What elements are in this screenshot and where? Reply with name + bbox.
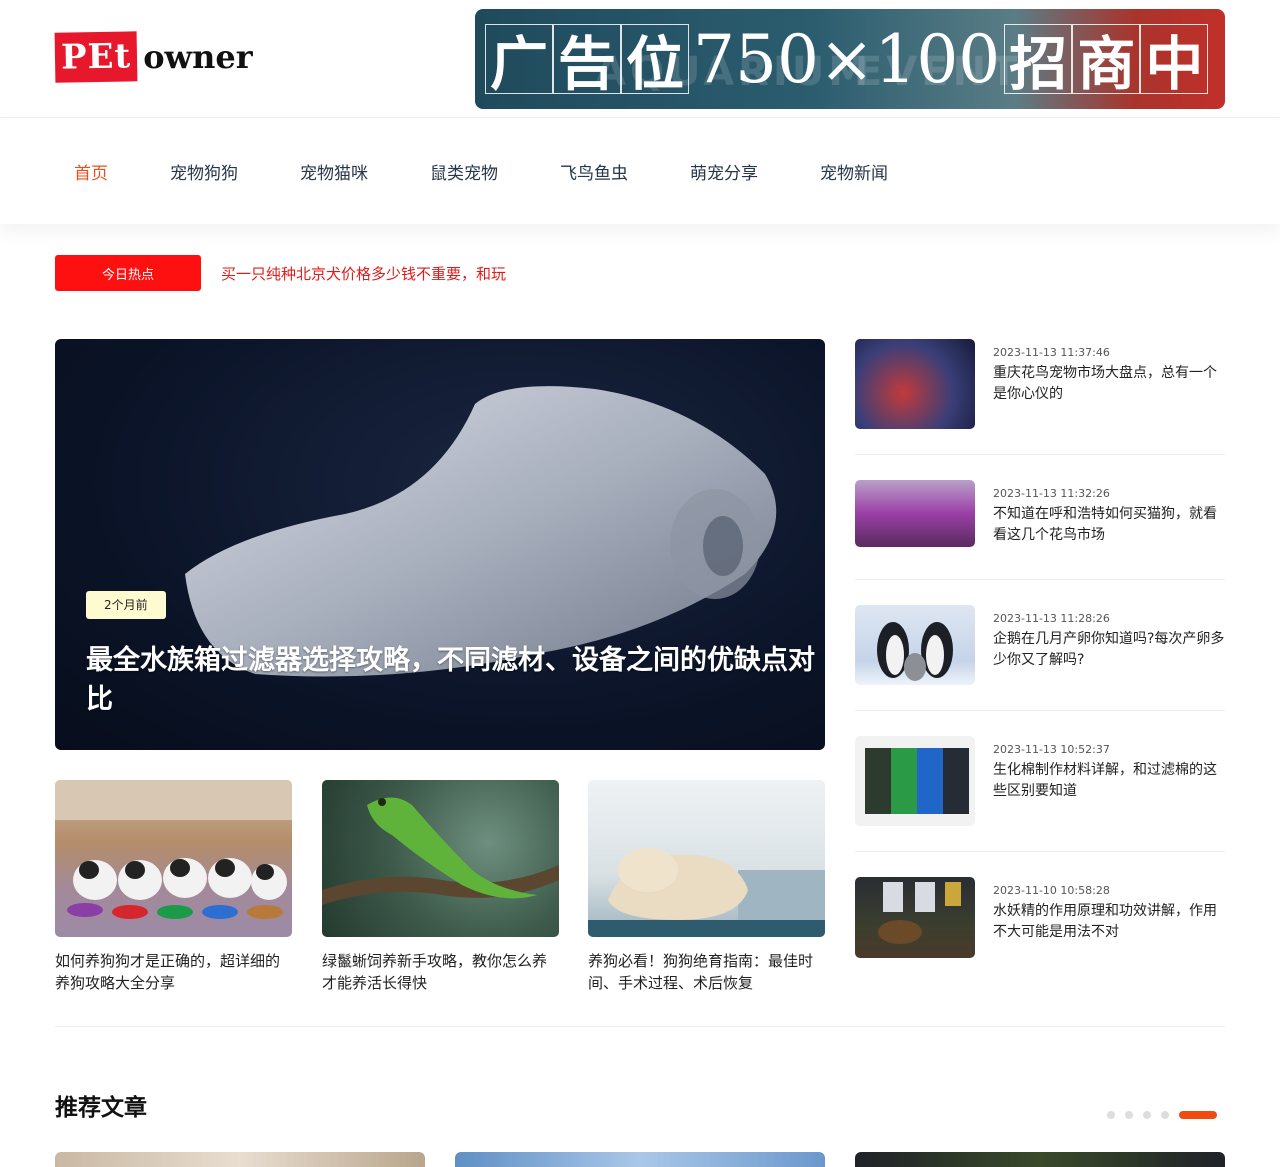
side-article-date: 2023-11-13 11:32:26 (993, 487, 1110, 500)
article-thumbnail[interactable] (55, 780, 292, 937)
ad-char: 中 (1140, 24, 1209, 98)
side-article-thumbnail[interactable] (855, 339, 975, 429)
side-article[interactable]: 2023-11-13 10:52:37 生化棉制作材料详解，和过滤棉的这些区别要… (855, 736, 1225, 852)
logo-pet-mark: PEt (54, 31, 138, 83)
carousel-dot[interactable] (1143, 1111, 1151, 1119)
carousel-dot[interactable] (1107, 1111, 1115, 1119)
hot-news-bar: 今日热点 买一只纯种北京犬价格多少钱不重要，和玩 (55, 255, 529, 291)
side-article-date: 2023-11-10 10:58:28 (993, 884, 1110, 897)
nav-item-cats[interactable]: 宠物猫咪 (300, 159, 388, 184)
article-card[interactable]: 绿鬣蜥饲养新手攻略，教你怎么养才能养活长得快 (322, 780, 559, 994)
site-header: PEt owner AQUARIUM EVENT 广 告 位 750×100 招… (0, 0, 1280, 118)
featured-time-badge: 2个月前 (86, 591, 166, 619)
side-article[interactable]: 2023-11-10 10:58:28 水妖精的作用原理和功效讲解，作用不大可能… (855, 877, 1225, 977)
nav-item-home[interactable]: 首页 (74, 159, 128, 184)
carousel-pagination (1107, 1111, 1217, 1119)
side-article-title[interactable]: 重庆花鸟宠物市场大盘点，总有一个是你心仪的 (993, 363, 1225, 405)
side-article-thumbnail[interactable] (855, 736, 975, 826)
ad-char: 商 (1072, 24, 1141, 98)
article-card[interactable]: 如何养狗狗才是正确的，超详细的养狗攻略大全分享 (55, 780, 292, 994)
ad-banner[interactable]: AQUARIUM EVENT 广 告 位 750×100 招 商 中 (475, 9, 1225, 109)
ad-char: 位 (621, 24, 690, 98)
ad-char: 招 (1004, 24, 1073, 98)
side-article-title[interactable]: 生化棉制作材料详解，和过滤棉的这些区别要知道 (993, 760, 1225, 802)
nav-item-dogs[interactable]: 宠物狗狗 (170, 159, 258, 184)
nav-item-share[interactable]: 萌宠分享 (690, 159, 778, 184)
side-article[interactable]: 2023-11-13 11:37:46 重庆花鸟宠物市场大盘点，总有一个是你心仪… (855, 339, 1225, 455)
carousel-dot-active[interactable] (1179, 1111, 1217, 1119)
article-title[interactable]: 养狗必看！狗狗绝育指南：最佳时间、手术过程、术后恢复 (588, 950, 825, 994)
featured-article[interactable]: 2个月前 最全水族箱过滤器选择攻略，不同滤材、设备之间的优缺点对比 (55, 339, 825, 750)
logo-owner-text: owner (143, 38, 253, 76)
side-article-thumbnail[interactable] (855, 480, 975, 547)
ad-char: 广 (485, 24, 554, 98)
recommended-heading: 推荐文章 (55, 1095, 147, 1121)
side-article[interactable]: 2023-11-13 11:28:26 企鹅在几月产卵你知道吗?每次产卵多少你又… (855, 605, 1225, 711)
featured-title[interactable]: 最全水族箱过滤器选择攻略，不同滤材、设备之间的优缺点对比 (86, 641, 816, 719)
article-title[interactable]: 如何养狗狗才是正确的，超详细的养狗攻略大全分享 (55, 950, 292, 994)
side-article-title[interactable]: 水妖精的作用原理和功效讲解，作用不大可能是用法不对 (993, 901, 1225, 943)
side-article-date: 2023-11-13 11:28:26 (993, 612, 1110, 625)
side-article-date: 2023-11-13 11:37:46 (993, 346, 1110, 359)
recommended-card[interactable] (455, 1152, 825, 1167)
recommended-card[interactable] (55, 1152, 425, 1167)
site-logo[interactable]: PEt owner (54, 30, 253, 84)
article-card[interactable]: 养狗必看！狗狗绝育指南：最佳时间、手术过程、术后恢复 (588, 780, 825, 994)
section-divider (55, 1026, 1225, 1027)
article-thumbnail[interactable] (588, 780, 825, 937)
side-article-thumbnail[interactable] (855, 605, 975, 685)
article-title[interactable]: 绿鬣蜥饲养新手攻略，教你怎么养才能养活长得快 (322, 950, 559, 994)
featured-image (185, 386, 777, 677)
nav-item-rodents[interactable]: 鼠类宠物 (430, 159, 518, 184)
side-article-thumbnail[interactable] (855, 877, 975, 958)
recommended-card[interactable] (855, 1152, 1225, 1167)
side-article-title[interactable]: 企鹅在几月产卵你知道吗?每次产卵多少你又了解吗? (993, 629, 1225, 671)
article-thumbnail[interactable] (322, 780, 559, 937)
side-article-date: 2023-11-13 10:52:37 (993, 743, 1110, 756)
ad-size: 750×100 (693, 20, 1001, 98)
carousel-dot[interactable] (1125, 1111, 1133, 1119)
ad-banner-text: 广 告 位 750×100 招 商 中 (485, 17, 1209, 101)
hot-news-link[interactable]: 买一只纯种北京犬价格多少钱不重要，和玩 (221, 263, 529, 284)
nav-item-birds-fish[interactable]: 飞鸟鱼虫 (560, 159, 648, 184)
ad-char: 告 (553, 24, 622, 98)
nav-item-news[interactable]: 宠物新闻 (820, 159, 908, 184)
hot-badge: 今日热点 (55, 255, 201, 291)
main-nav: 首页 宠物狗狗 宠物猫咪 鼠类宠物 飞鸟鱼虫 萌宠分享 宠物新闻 (0, 119, 1280, 224)
carousel-dot[interactable] (1161, 1111, 1169, 1119)
side-article-title[interactable]: 不知道在呼和浩特如何买猫狗，就看看这几个花鸟市场 (993, 504, 1225, 546)
side-article[interactable]: 2023-11-13 11:32:26 不知道在呼和浩特如何买猫狗，就看看这几个… (855, 480, 1225, 580)
